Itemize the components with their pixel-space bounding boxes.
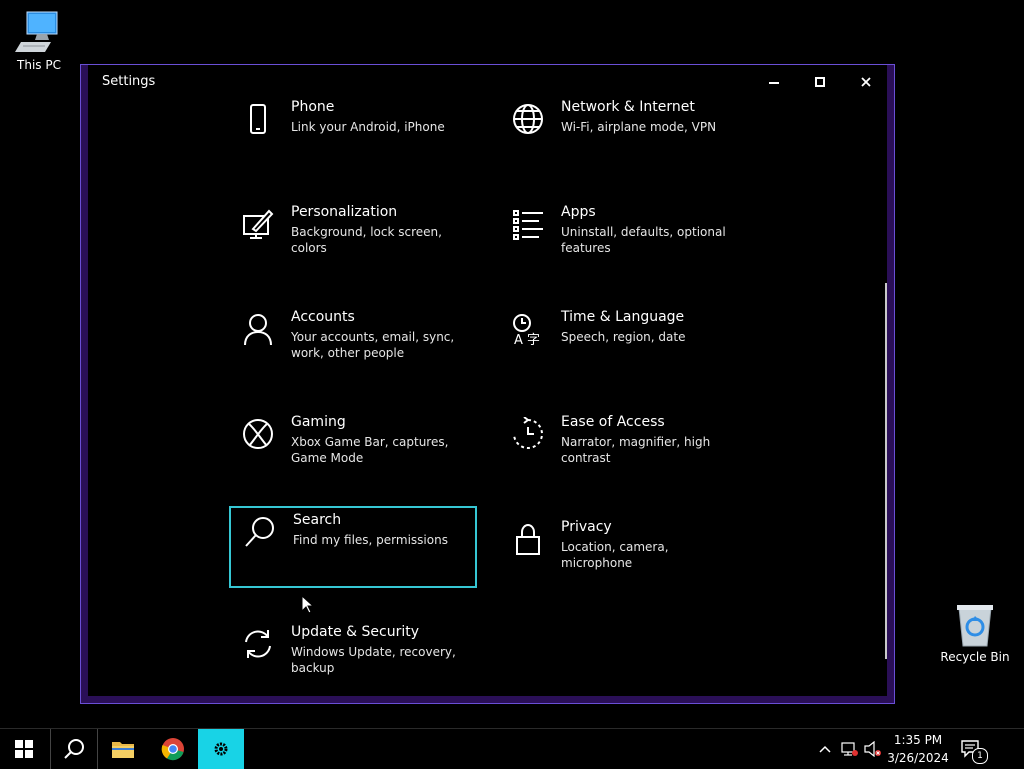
tile-description: Background, lock screen, colors (291, 225, 442, 255)
chrome-button[interactable] (150, 729, 196, 769)
setting-tile-network[interactable]: Network & Internet Wi-Fi, airplane mode,… (499, 95, 747, 177)
windows-logo-icon (15, 740, 33, 758)
ease-of-access-icon (511, 417, 545, 451)
personalization-icon (241, 207, 275, 241)
setting-tile-apps[interactable]: Apps Uninstall, defaults, optional featu… (499, 200, 747, 282)
setting-tile-time-language[interactable]: A字 Time & Language Speech, region, date (499, 305, 747, 387)
chevron-up-icon (819, 745, 831, 753)
setting-tile-gaming[interactable]: Gaming Xbox Game Bar, captures, Game Mod… (229, 410, 477, 492)
tile-description: Wi-Fi, airplane mode, VPN (561, 120, 717, 134)
clock-time: 1:35 PM (893, 733, 943, 747)
maximize-icon (815, 77, 825, 87)
tile-title: Phone (291, 99, 335, 115)
mouse-cursor-icon (301, 595, 313, 614)
folder-icon (112, 742, 134, 758)
sync-icon (241, 627, 275, 661)
setting-tile-ease-of-access[interactable]: Ease of Access Narrator, magnifier, high… (499, 410, 747, 492)
search-button[interactable] (50, 729, 98, 769)
settings-content: Settings Phone Link your Android, iPhone… (88, 65, 887, 696)
tile-title: Network & Internet (561, 99, 695, 115)
svg-text:A: A (514, 333, 523, 346)
gear-icon (214, 742, 228, 756)
xbox-icon (241, 417, 275, 451)
close-button[interactable] (851, 69, 881, 95)
tile-title: Time & Language (561, 309, 685, 325)
tile-description: Narrator, magnifier, high contrast (561, 435, 711, 465)
tile-title: Gaming (291, 414, 346, 430)
setting-tile-privacy[interactable]: Privacy Location, camera, microphone (499, 515, 747, 597)
minimize-button[interactable] (759, 69, 789, 95)
lock-icon (511, 522, 545, 556)
taskbar: 1:35 PM 3/26/2024 1 (0, 728, 1024, 769)
maximize-button[interactable] (805, 69, 835, 95)
recycle-bin-icon (957, 605, 993, 647)
tile-description: Speech, region, date (561, 330, 686, 344)
close-icon (861, 77, 871, 87)
tile-description: Find my files, permissions (293, 533, 448, 547)
desktop-icon-label: This PC (17, 58, 61, 72)
tile-title: Search (293, 512, 342, 528)
window-title: Settings (102, 74, 156, 89)
action-center-button[interactable]: 1 (954, 729, 988, 769)
tile-title: Ease of Access (561, 414, 665, 430)
apps-icon (511, 207, 545, 241)
setting-tile-personalization[interactable]: Personalization Background, lock screen,… (229, 200, 477, 282)
tile-description: Location, camera, microphone (561, 540, 669, 570)
search-icon (243, 515, 277, 549)
setting-tile-update-security[interactable]: Update & Security Windows Update, recove… (229, 620, 477, 702)
network-status-button[interactable] (838, 729, 862, 769)
tile-description: Xbox Game Bar, captures, Game Mode (291, 435, 449, 465)
file-explorer-button[interactable] (100, 729, 146, 769)
time-language-icon: A字 (511, 312, 545, 346)
start-button[interactable] (0, 729, 48, 769)
vertical-scrollbar[interactable] (885, 283, 887, 659)
volume-button[interactable] (862, 729, 884, 769)
desktop-icon-this-pc[interactable]: This PC (4, 8, 74, 72)
desktop-icon-recycle-bin[interactable]: Recycle Bin (940, 602, 1010, 664)
tile-title: Personalization (291, 204, 398, 220)
person-icon (241, 312, 275, 346)
phone-icon (241, 102, 275, 136)
settings-window: Settings Phone Link your Android, iPhone… (80, 64, 895, 704)
tile-description: Link your Android, iPhone (291, 120, 445, 134)
computer-icon (15, 11, 58, 52)
setting-tile-accounts[interactable]: Accounts Your accounts, email, sync, wor… (229, 305, 477, 387)
chrome-icon (161, 738, 184, 761)
setting-tile-search[interactable]: Search Find my files, permissions (229, 506, 477, 588)
tile-description: Uninstall, defaults, optional features (561, 225, 726, 255)
tile-title: Accounts (291, 309, 355, 325)
show-hidden-icons-button[interactable] (814, 729, 836, 769)
network-disconnected-icon (841, 742, 858, 756)
notification-badge: 1 (972, 748, 988, 764)
clock-button[interactable]: 1:35 PM 3/26/2024 (886, 729, 950, 769)
settings-taskbar-button[interactable] (198, 729, 244, 769)
volume-muted-icon (864, 741, 881, 757)
globe-icon (511, 102, 545, 136)
desktop-icon-label: Recycle Bin (940, 650, 1010, 664)
tile-description: Windows Update, recovery, backup (291, 645, 456, 675)
svg-text:字: 字 (527, 333, 540, 346)
setting-tile-phone[interactable]: Phone Link your Android, iPhone (229, 95, 477, 177)
minimize-icon (769, 82, 779, 84)
tile-title: Privacy (561, 519, 612, 535)
tile-title: Update & Security (291, 624, 420, 640)
tile-title: Apps (561, 204, 596, 220)
search-icon (64, 739, 84, 759)
clock-date: 3/26/2024 (887, 751, 949, 765)
tile-description: Your accounts, email, sync, work, other … (291, 330, 455, 360)
